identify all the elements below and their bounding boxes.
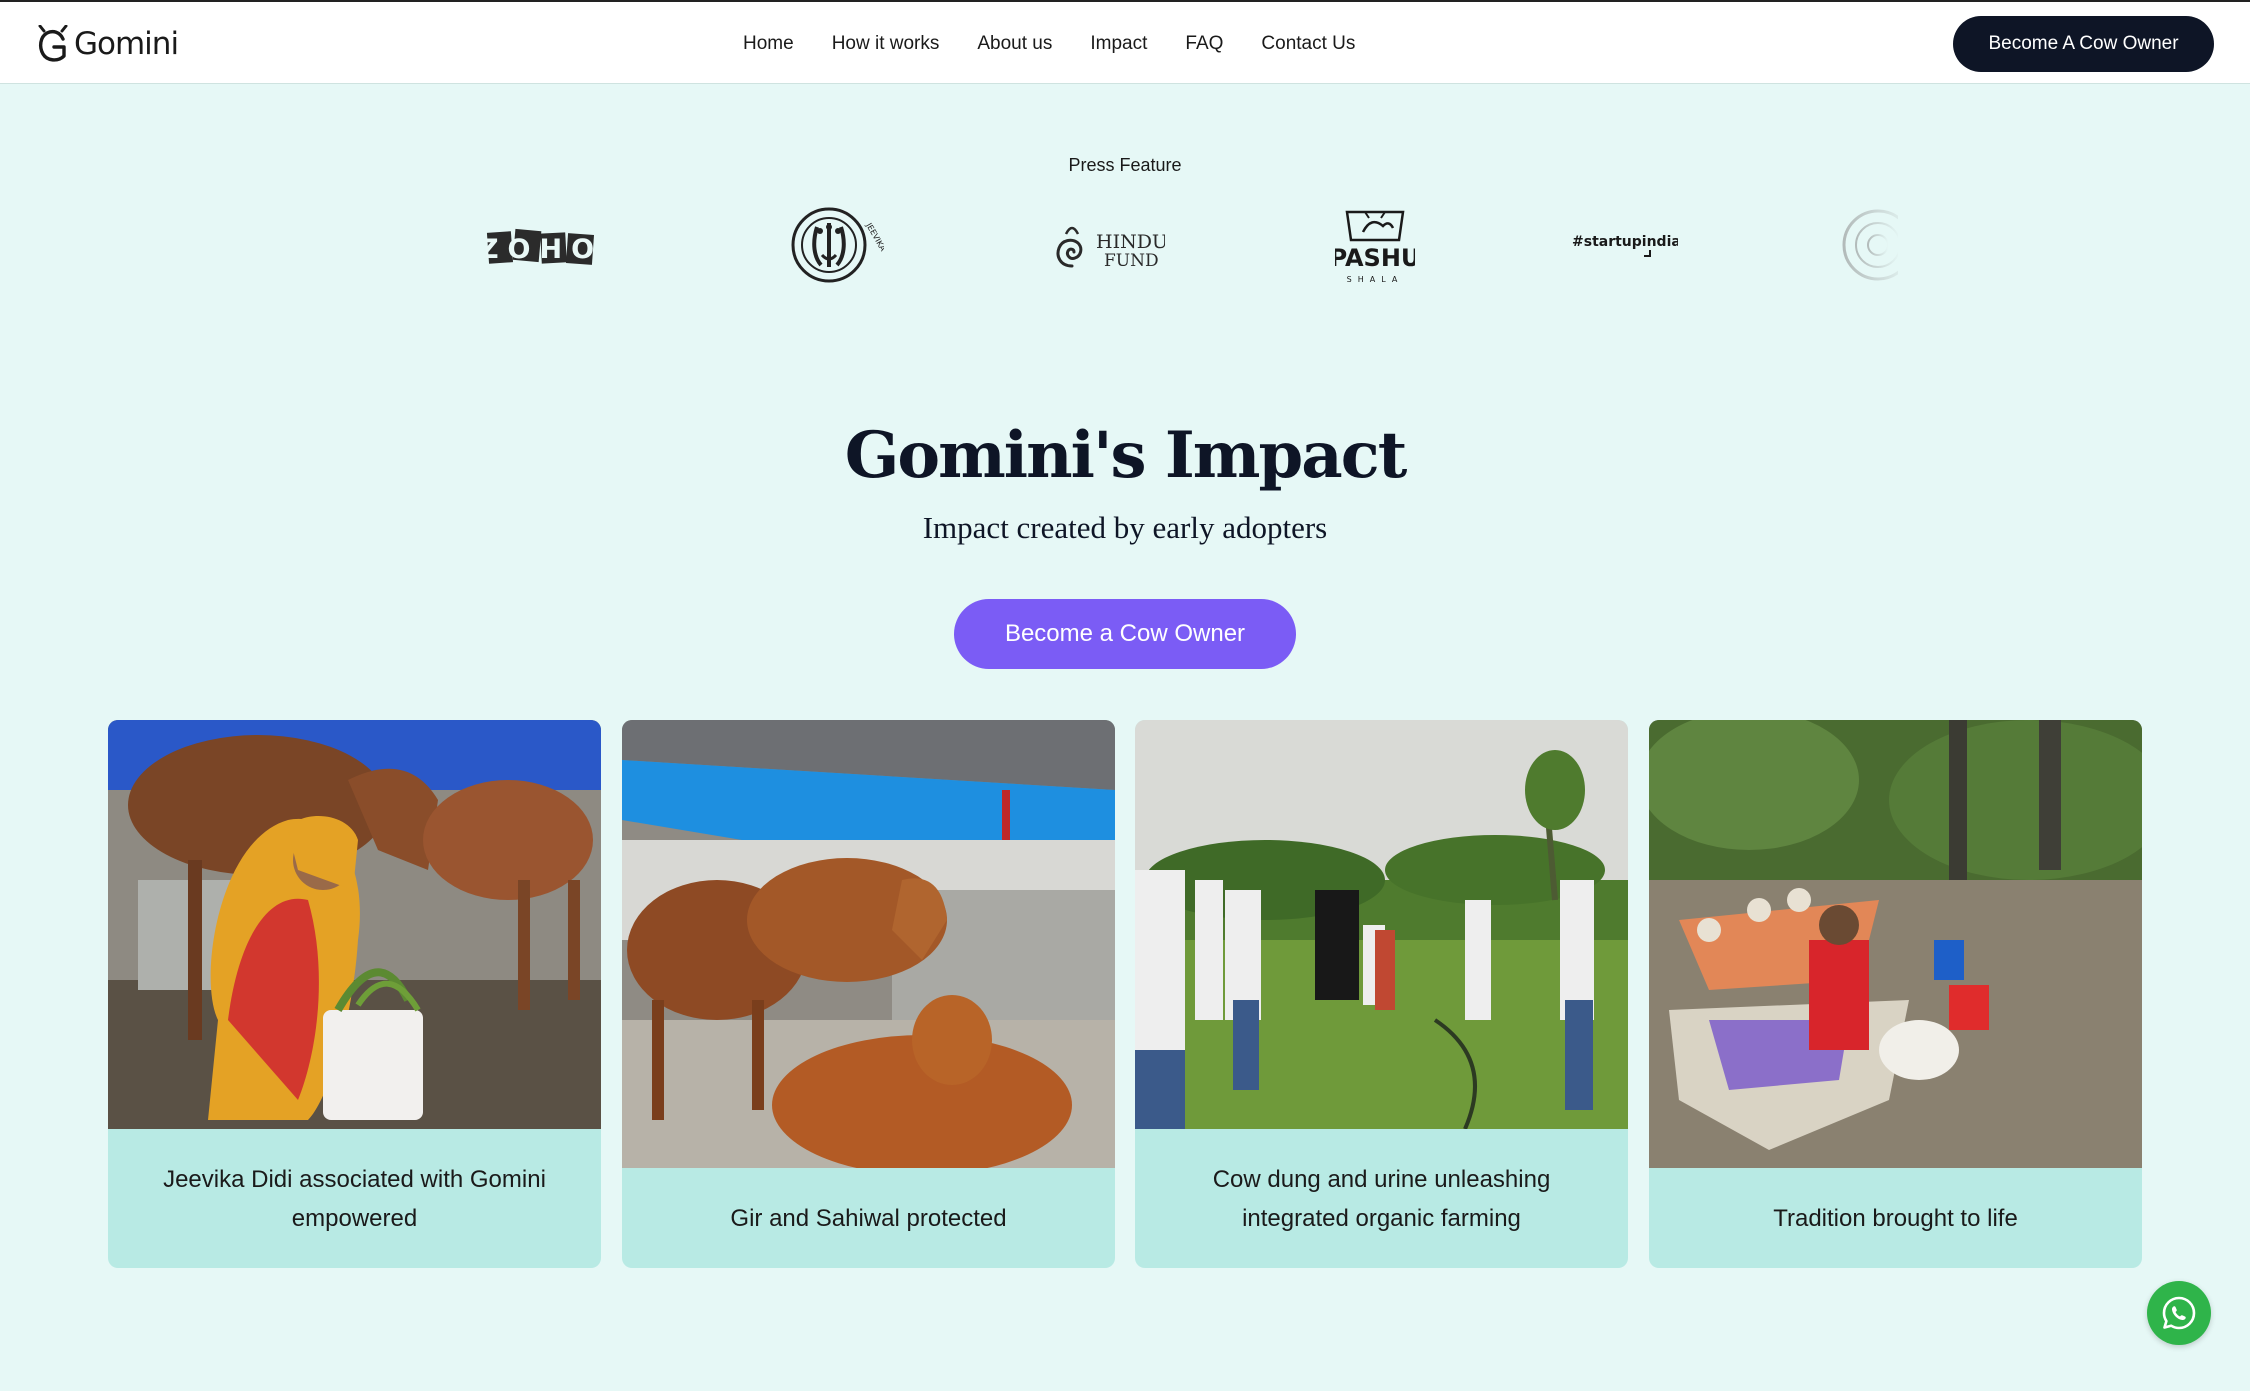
impact-subtitle: Impact created by early adopters	[922, 510, 1328, 545]
whatsapp-icon	[2162, 1296, 2196, 1330]
brand-logo[interactable]: Gomini	[36, 22, 179, 66]
svg-text:#startupindia: #startupindia	[1572, 234, 1678, 250]
impact-card-caption: Tradition brought to life	[1773, 1204, 2018, 1232]
become-cow-owner-header-button[interactable]: Become A Cow Owner	[1953, 16, 2214, 72]
nav-faq[interactable]: FAQ	[1185, 33, 1223, 55]
nav-home[interactable]: Home	[743, 33, 794, 55]
impact-card-caption: Gir and Sahiwal protected	[730, 1204, 1007, 1232]
impact-photo-cows-in-shed	[622, 720, 1115, 1168]
press-logo-startupindia: #startupindia	[1568, 228, 1678, 262]
impact-photo-people-in-field	[1135, 720, 1628, 1129]
svg-text:HINDU: HINDU	[1096, 231, 1165, 253]
impact-card-caption: Jeevika Didi associated with Gomini empo…	[163, 1165, 546, 1232]
impact-card-tradition: Tradition brought to life	[1649, 720, 2142, 1268]
svg-text:SHALA: SHALA	[1347, 275, 1404, 284]
press-feature-heading: Press Feature	[1068, 155, 1182, 175]
nav-impact[interactable]: Impact	[1090, 33, 1147, 55]
press-logo-jeevika: JEEVIKA	[774, 205, 884, 285]
main-nav: Home How it works About us Impact FAQ Co…	[743, 30, 1355, 58]
impact-card-gir-sahiwal: Gir and Sahiwal protected	[622, 720, 1115, 1268]
nav-contact-us[interactable]: Contact Us	[1261, 33, 1355, 55]
impact-photo-ritual-gathering	[1649, 720, 2142, 1168]
press-logo-partial	[1838, 205, 1898, 285]
press-logo-zoho: ZOHO	[486, 228, 596, 268]
svg-text:PASHU: PASHU	[1335, 244, 1415, 272]
nav-how-it-works[interactable]: How it works	[832, 33, 940, 55]
nav-about-us[interactable]: About us	[977, 33, 1052, 55]
svg-text:ZOHO: ZOHO	[486, 234, 596, 265]
svg-text:JEEVIKA: JEEVIKA	[864, 221, 884, 254]
brand-name: Gomini	[74, 26, 179, 62]
impact-card-caption: Cow dung and urine unleashing integrated…	[1212, 1165, 1551, 1232]
impact-card-jeevika-didi: Jeevika Didi associated with Gomini empo…	[108, 720, 601, 1268]
impact-photo-woman-feeding-cows	[108, 720, 601, 1129]
top-navigation-bar: Gomini Home How it works About us Impact…	[0, 0, 2250, 84]
svg-text:FUND: FUND	[1104, 251, 1159, 271]
impact-card-organic-farming: Cow dung and urine unleashing integrated…	[1135, 720, 1628, 1268]
cow-head-logo-icon	[38, 25, 68, 62]
press-logo-pashushala: PASHU SHALA	[1335, 206, 1415, 286]
become-cow-owner-button[interactable]: Become a Cow Owner	[954, 599, 1296, 669]
impact-title: Gomini's Impact	[844, 418, 1408, 493]
whatsapp-chat-button[interactable]	[2147, 1281, 2211, 1345]
press-logo-hindu-fund: HINDU FUND	[1050, 218, 1165, 274]
